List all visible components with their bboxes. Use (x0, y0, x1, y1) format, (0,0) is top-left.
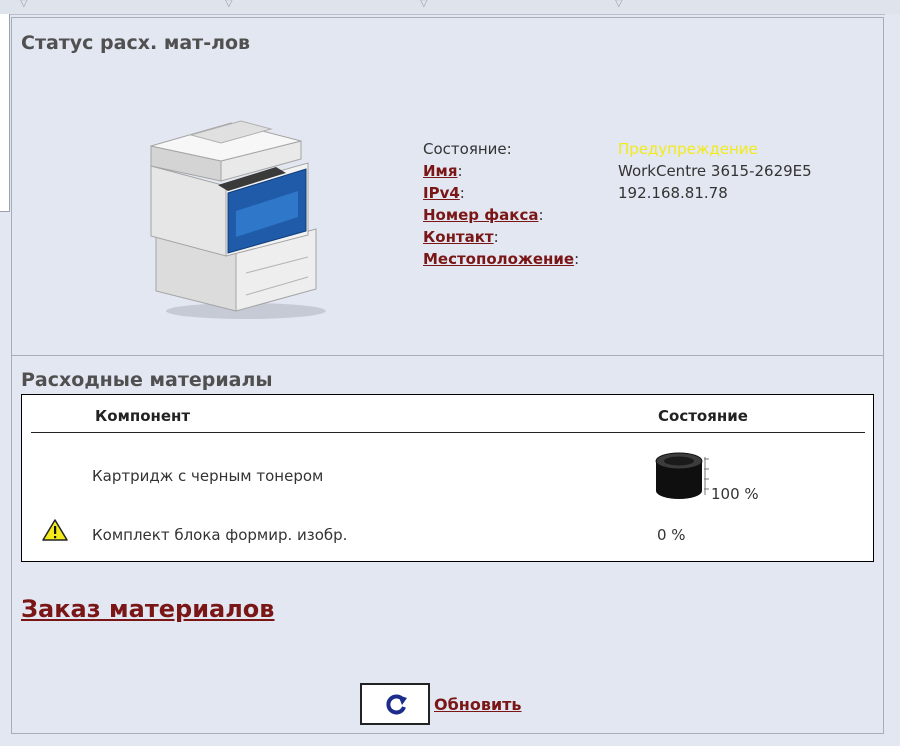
top-tab-strip: ▽ ▽ ▽ ▽ (0, 0, 900, 15)
right-margin (885, 14, 900, 746)
column-header-status: Состояние (658, 407, 748, 425)
component-name: Картридж с черным тонером (92, 467, 324, 485)
left-nav-panel (0, 14, 10, 212)
column-header-component: Компонент (95, 407, 191, 425)
header-divider (31, 432, 865, 433)
name-link[interactable]: Имя (423, 162, 457, 180)
tab-arrow-icon: ▽ (615, 0, 623, 9)
consumables-status-panel: Статус расх. мат-лов Состояние: Предупре… (11, 17, 884, 734)
state-label: Состояние: (423, 140, 512, 158)
toner-cartridge-icon (655, 452, 709, 499)
refresh-button[interactable] (360, 683, 430, 725)
ipv4-value: 192.168.81.78 (618, 184, 728, 202)
tab-arrow-icon: ▽ (420, 0, 428, 9)
refresh-icon (386, 694, 407, 715)
component-name: Комплект блока формир. изобр. (92, 526, 348, 544)
order-supplies-link[interactable]: Заказ материалов (21, 595, 274, 623)
colon-text: : (493, 228, 499, 246)
tab-arrow-icon: ▽ (225, 0, 233, 9)
tab-arrow-icon: ▽ (20, 0, 28, 9)
printer-image (150, 120, 326, 319)
ipv4-link[interactable]: IPv4 (423, 184, 460, 202)
left-margin (0, 212, 10, 746)
section-divider (12, 355, 883, 356)
contact-link[interactable]: Контакт (423, 228, 494, 246)
warning-icon (42, 519, 68, 541)
colon-text: : (457, 162, 463, 180)
colon-text: : (459, 184, 465, 202)
consumables-table: Компонент Состояние Картридж с черным то… (21, 394, 874, 562)
component-level: 100 % (711, 485, 759, 503)
fax-number-link[interactable]: Номер факса (423, 206, 538, 224)
refresh-link[interactable]: Обновить (434, 695, 522, 714)
location-link[interactable]: Местоположение (423, 250, 574, 268)
colon-text: : (574, 250, 580, 268)
page-title: Статус расх. мат-лов (21, 32, 251, 54)
consumables-title: Расходные материалы (21, 369, 273, 391)
component-level: 0 % (657, 526, 686, 544)
device-name-value: WorkCentre 3615-2629E5 (618, 162, 812, 180)
colon-text: : (538, 206, 544, 224)
state-value: Предупреждение (618, 140, 758, 158)
